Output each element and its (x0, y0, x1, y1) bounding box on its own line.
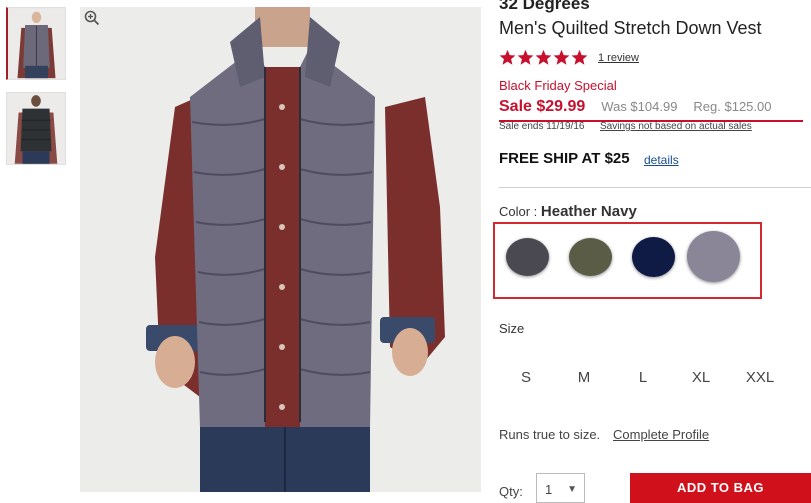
rating-stars[interactable] (499, 49, 588, 66)
product-main-image[interactable] (80, 7, 481, 492)
model-wearing-vest-image (80, 7, 481, 492)
swatch-charcoal[interactable] (506, 238, 549, 276)
size-label: Size (499, 321, 525, 336)
selected-color-name: Heather Navy (540, 203, 637, 220)
quantity-select[interactable]: 1 ▼ (536, 473, 585, 503)
fit-note: Runs true to size. (499, 427, 601, 442)
size-option-s[interactable]: S (506, 369, 546, 386)
sale-price: Sale $29.99 (499, 98, 586, 115)
sale-ends-text: Sale ends 11/19/16 (499, 121, 585, 132)
free-shipping-text: FREE SHIP AT $25 (499, 150, 630, 167)
product-title: Men's Quilted Stretch Down Vest (499, 18, 762, 38)
quantity-value: 1 (545, 482, 553, 497)
was-price: Was $104.99 (601, 99, 678, 114)
regular-price: Reg. $125.00 (693, 99, 772, 114)
size-option-m[interactable]: M (564, 369, 604, 386)
divider (499, 187, 811, 188)
thumbnail-back-image (7, 93, 65, 164)
star-icon (535, 49, 552, 65)
star-icon (553, 49, 570, 65)
shipping-details-link[interactable]: details (644, 153, 679, 167)
chevron-down-icon: ▼ (567, 484, 577, 495)
zoom-in-icon[interactable] (84, 10, 100, 26)
swatch-navy[interactable] (632, 237, 675, 277)
thumbnail-back[interactable] (6, 92, 66, 165)
thumbnail-front[interactable] (6, 7, 66, 80)
review-link[interactable]: 1 review (598, 52, 639, 64)
savings-disclaimer-link[interactable]: Savings not based on actual sales (600, 121, 752, 132)
promo-label: Black Friday Special (499, 78, 617, 93)
price-row: Sale $29.99 Was $104.99 Reg. $125.00 (499, 98, 803, 122)
brand-name[interactable]: 32 Degrees (499, 0, 590, 14)
size-option-l[interactable]: L (623, 369, 663, 386)
thumbnail-front-image (8, 8, 65, 79)
size-option-xxl[interactable]: XXL (740, 369, 780, 386)
complete-profile-link[interactable]: Complete Profile (613, 427, 709, 442)
star-icon (499, 49, 516, 65)
size-option-xl[interactable]: XL (681, 369, 721, 386)
star-icon (517, 49, 534, 65)
color-label: Color : Heather Navy (499, 203, 637, 220)
add-to-bag-button[interactable]: ADD TO BAG (630, 473, 811, 503)
star-icon (571, 49, 588, 65)
color-label-text: Color : (499, 204, 541, 219)
swatch-olive[interactable] (569, 238, 612, 276)
swatch-heather-navy[interactable] (687, 231, 740, 282)
